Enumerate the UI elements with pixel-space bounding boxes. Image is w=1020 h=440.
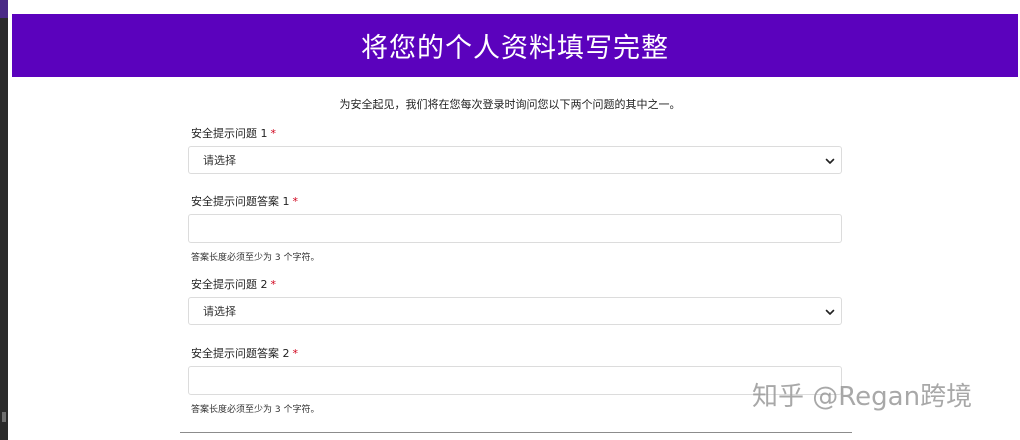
window-edge-mark (2, 412, 6, 422)
required-mark: * (270, 278, 277, 291)
watermark: 知乎 @Regan跨境 (752, 382, 973, 412)
chevron-down-icon (825, 158, 835, 164)
security-answer-1-help: 答案长度必须至少为 3 个字符。 (191, 253, 320, 263)
page-title: 将您的个人资料填写完整 (361, 33, 669, 64)
security-question-2-label-text: 安全提示问题 2 (191, 278, 268, 291)
security-question-1-select[interactable]: 请选择 (188, 146, 842, 174)
required-mark: * (270, 127, 277, 140)
security-answer-2-label: 安全提示问题答案 2 * (191, 345, 298, 361)
page-header: 将您的个人资料填写完整 (12, 14, 1018, 77)
form-bottom-divider (180, 432, 852, 433)
security-question-1-selected: 请选择 (203, 154, 236, 167)
chevron-down-icon (825, 309, 835, 315)
security-answer-2-input[interactable] (188, 366, 842, 395)
security-question-2-select[interactable]: 请选择 (188, 297, 842, 325)
security-answer-1-label-text: 安全提示问题答案 1 (191, 195, 290, 208)
security-answer-1-input[interactable] (188, 214, 842, 243)
window-edge-accent (0, 0, 8, 18)
security-answer-1-label: 安全提示问题答案 1 * (191, 193, 298, 209)
required-mark: * (292, 195, 299, 208)
security-answer-2-label-text: 安全提示问题答案 2 (191, 347, 290, 360)
security-question-2-selected: 请选择 (203, 305, 236, 318)
security-question-1-label: 安全提示问题 1 * (191, 125, 276, 141)
intro-text: 为安全起见，我们将在您每次登录时询问您以下两个问题的其中之一。 (339, 98, 681, 111)
security-question-2-label: 安全提示问题 2 * (191, 276, 276, 292)
left-window-edge (0, 0, 8, 440)
required-mark: * (292, 347, 299, 360)
security-question-1-label-text: 安全提示问题 1 (191, 127, 268, 140)
top-gap (8, 0, 1020, 14)
security-answer-2-help: 答案长度必须至少为 3 个字符。 (191, 405, 320, 415)
page: 将您的个人资料填写完整 为安全起见，我们将在您每次登录时询问您以下两个问题的其中… (0, 0, 1020, 440)
